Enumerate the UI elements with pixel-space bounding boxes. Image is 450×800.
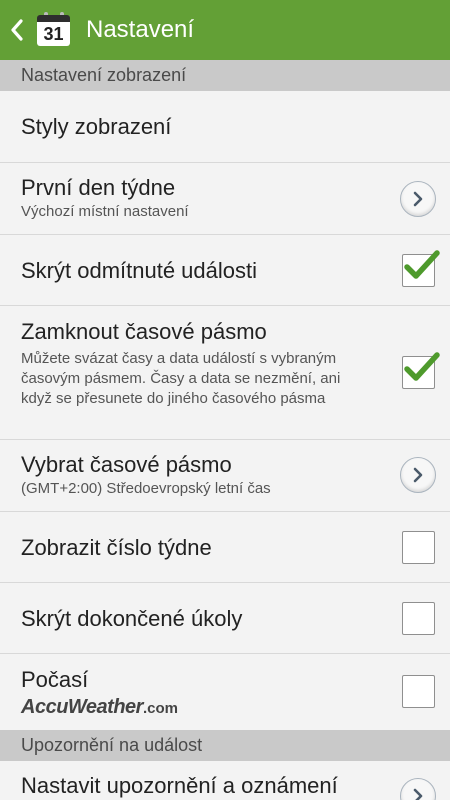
hide-declined-checkbox[interactable]	[402, 250, 440, 287]
setting-title: Vybrat časové pásmo	[21, 452, 232, 477]
chevron-right-icon	[413, 788, 423, 800]
show-week-number-checkbox[interactable]	[402, 531, 435, 564]
setting-subtitle: Výchozí místní nastavení	[21, 203, 189, 220]
setting-subtitle: (GMT+2:00) Středoevropský letní čas	[21, 480, 271, 497]
setting-hide-declined-events[interactable]: Skrýt odmítnuté události	[0, 235, 450, 306]
calendar-app-icon: 31	[36, 12, 72, 48]
setting-hide-completed-tasks[interactable]: Skrýt dokončené úkoly	[0, 583, 450, 654]
notifications-chevron-button[interactable]	[400, 778, 436, 800]
setting-title: Skrýt dokončené úkoly	[21, 606, 243, 631]
setting-title: Nastavit upozornění a oznámení	[21, 773, 338, 798]
accuweather-logo: AccuWeather .com	[21, 696, 178, 718]
time-zone-chevron-button[interactable]	[400, 457, 436, 493]
setting-show-week-number[interactable]: Zobrazit číslo týdne	[0, 512, 450, 583]
hide-completed-checkbox[interactable]	[402, 602, 435, 635]
setting-lock-time-zone[interactable]: Zamknout časové pásmo Můžete svázat časy…	[0, 306, 450, 440]
chevron-right-icon	[413, 467, 423, 483]
setting-weather[interactable]: Počasí AccuWeather .com	[0, 654, 450, 730]
setting-title: Zamknout časové pásmo	[21, 319, 267, 344]
back-button[interactable]	[0, 0, 34, 60]
lock-time-zone-checkbox[interactable]	[402, 352, 440, 389]
setting-title: Styly zobrazení	[21, 114, 172, 139]
setting-display-styles[interactable]: Styly zobrazení	[0, 91, 450, 163]
setting-subtitle: Můžete svázat časy a data událostí s vyb…	[21, 350, 341, 407]
setting-title: Skrýt odmítnuté události	[21, 258, 258, 283]
check-mark-icon	[404, 250, 440, 279]
setting-title: Zobrazit číslo týdne	[21, 535, 212, 560]
page-title: Nastavení	[86, 16, 195, 43]
section-header-display: Nastavení zobrazení	[0, 60, 450, 91]
setting-notifications[interactable]: Nastavit upozornění a oznámení	[0, 761, 450, 800]
setting-title: První den týdne	[21, 175, 176, 200]
action-bar: 31 Nastavení	[0, 0, 450, 60]
setting-select-time-zone[interactable]: Vybrat časové pásmo (GMT+2:00) Středoevr…	[0, 440, 450, 512]
setting-title: Počasí	[21, 667, 89, 692]
check-mark-icon	[404, 352, 440, 381]
setting-first-day-of-week[interactable]: První den týdne Výchozí místní nastavení	[0, 163, 450, 235]
section-header-notifications: Upozornění na událost	[0, 730, 450, 761]
weather-checkbox[interactable]	[402, 675, 435, 708]
back-arrow-icon	[11, 19, 23, 41]
chevron-right-icon	[413, 191, 423, 207]
first-day-chevron-button[interactable]	[400, 181, 436, 217]
calendar-day-number: 31	[37, 15, 70, 46]
